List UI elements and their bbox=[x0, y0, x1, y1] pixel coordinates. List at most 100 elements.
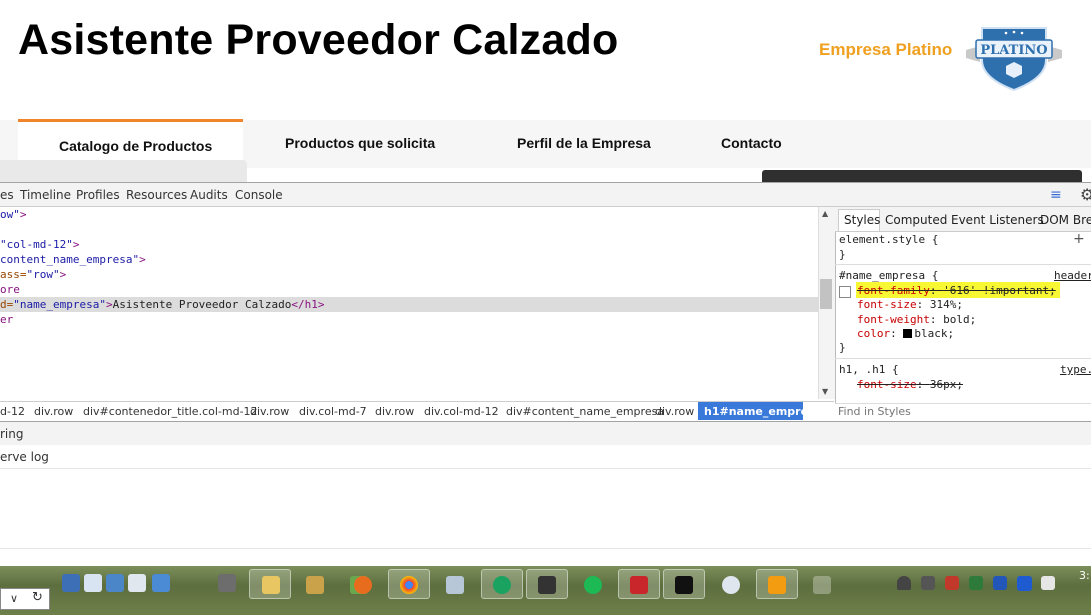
css-prop-name: font-weight bbox=[857, 313, 930, 326]
preserve-log-option[interactable]: erve log bbox=[0, 450, 49, 464]
add-rule-icon[interactable]: + bbox=[1073, 231, 1085, 247]
taskbar-app-icon[interactable] bbox=[813, 576, 831, 594]
tab-dom-breakpoints[interactable]: DOM Brea bbox=[1040, 213, 1091, 227]
refresh-icon[interactable]: ↻ bbox=[32, 590, 43, 605]
dom-token: d= bbox=[0, 298, 14, 311]
dom-token: </h1> bbox=[291, 298, 325, 311]
console-filter-label[interactable]: ring bbox=[0, 427, 24, 441]
dom-token: > bbox=[59, 268, 67, 281]
dom-node-line[interactable]: ore bbox=[0, 282, 20, 297]
tray-icon[interactable] bbox=[1041, 576, 1055, 590]
css-property-font-family[interactable]: font-family: '616' !important; bbox=[857, 284, 1056, 298]
dom-node-line[interactable]: content_name_empresa"> bbox=[0, 252, 146, 267]
content-panel-edge bbox=[0, 160, 247, 182]
rule2-source-link[interactable]: type. bbox=[1060, 363, 1091, 377]
devtools-tab-resources[interactable]: Resources bbox=[126, 188, 187, 202]
find-in-styles-input[interactable] bbox=[838, 404, 1078, 419]
breadcrumb-item[interactable]: div.col-md-12 bbox=[424, 405, 499, 418]
color-swatch[interactable] bbox=[903, 329, 913, 338]
css-prop-value: 314%; bbox=[929, 298, 963, 311]
taskbar-app-icon[interactable] bbox=[722, 576, 740, 594]
css-prop-value: 36px; bbox=[929, 378, 963, 391]
chrome-icon[interactable] bbox=[400, 576, 418, 594]
tab-computed[interactable]: Computed bbox=[885, 213, 947, 227]
element-style-selector[interactable]: element.style { bbox=[839, 233, 938, 247]
taskbar-app-icon[interactable] bbox=[62, 574, 80, 592]
breadcrumb-item[interactable]: div.row bbox=[34, 405, 73, 418]
tray-icon[interactable] bbox=[969, 576, 983, 590]
dom-token: Asistente Proveedor Calzado bbox=[112, 298, 292, 311]
breadcrumb-item[interactable]: div.col-md-7 bbox=[299, 405, 367, 418]
tray-icon[interactable] bbox=[1017, 576, 1032, 591]
scrollbar-thumb[interactable] bbox=[820, 279, 832, 309]
tray-icon[interactable] bbox=[945, 576, 959, 590]
breadcrumb-item-active[interactable]: h1#name_empresa bbox=[704, 405, 822, 418]
scroll-up-arrow-icon[interactable]: ▲ bbox=[822, 209, 828, 218]
dom-tree[interactable]: ow"> "col-md-12"> content_name_empresa"> as… bbox=[0, 207, 818, 399]
tab-event-listeners[interactable]: Event Listeners bbox=[951, 213, 1044, 227]
dom-token: ow" bbox=[0, 208, 20, 221]
devtools-tab-profiles[interactable]: Profiles bbox=[76, 188, 120, 202]
css-property-font-size[interactable]: font-size: 314%; bbox=[857, 298, 963, 312]
devtools-tab-timeline[interactable]: Timeline bbox=[20, 188, 71, 202]
tab-styles[interactable]: Styles bbox=[844, 213, 880, 227]
console-drawer-bar bbox=[0, 421, 1091, 446]
clock[interactable]: 3: bbox=[1079, 569, 1090, 582]
breadcrumb-item[interactable]: div.row bbox=[250, 405, 289, 418]
property-checkbox[interactable] bbox=[839, 286, 851, 298]
devtools-tab-audits[interactable]: Audits bbox=[190, 188, 228, 202]
taskbar-app-icon[interactable] bbox=[106, 574, 124, 592]
tray-icon[interactable] bbox=[993, 576, 1007, 590]
media-player-icon[interactable] bbox=[768, 576, 786, 594]
rule2-selector[interactable]: h1, .h1 { bbox=[839, 363, 899, 377]
drawer-toggle-icon[interactable]: ≡ bbox=[1050, 187, 1062, 203]
breadcrumb-item[interactable]: div.row bbox=[375, 405, 414, 418]
rule-source-link[interactable]: header bbox=[1054, 269, 1091, 283]
taskbar-app-icon[interactable] bbox=[538, 576, 556, 594]
dom-node-line[interactable]: er bbox=[0, 312, 13, 327]
scroll-down-arrow-icon[interactable]: ▼ bbox=[822, 387, 828, 396]
terminal-icon[interactable] bbox=[675, 576, 693, 594]
notification-bell-icon[interactable] bbox=[897, 576, 911, 590]
dom-token: content_name_empresa" bbox=[0, 253, 140, 266]
firefox-icon[interactable] bbox=[354, 576, 372, 594]
section-divider bbox=[835, 358, 1091, 359]
taskbar-app-icon[interactable] bbox=[128, 574, 146, 592]
dom-node-line[interactable]: ass="row"> bbox=[0, 267, 66, 282]
spotify-icon[interactable] bbox=[584, 576, 602, 594]
breadcrumb-item[interactable]: div.row bbox=[655, 405, 694, 418]
nav-tab-perfil[interactable]: Perfil de la Empresa bbox=[517, 135, 651, 151]
dom-node-line[interactable]: ow"> bbox=[0, 207, 27, 222]
dom-node-line[interactable]: d="name_empresa">Asistente Proveedor Cal… bbox=[0, 297, 325, 312]
css-property-color[interactable]: color: black; bbox=[857, 327, 954, 341]
tray-icon[interactable] bbox=[921, 576, 935, 590]
calculator-icon[interactable] bbox=[446, 576, 464, 594]
folder-icon[interactable] bbox=[262, 576, 280, 594]
breadcrumb-item[interactable]: div#content_name_empresa bbox=[506, 405, 664, 418]
page-title: Asistente Proveedor Calzado bbox=[18, 16, 619, 64]
dom-token: ass= bbox=[0, 268, 27, 281]
devtools-tab-console[interactable]: Console bbox=[235, 188, 283, 202]
css-property-font-size-overridden[interactable]: font-size: 36px; bbox=[857, 378, 963, 392]
rule-selector[interactable]: #name_empresa { bbox=[839, 269, 938, 283]
devtools-tab-elements[interactable]: es bbox=[0, 188, 14, 202]
nav-tab-productos[interactable]: Productos que solicita bbox=[285, 135, 435, 151]
taskbar-app-icon[interactable] bbox=[306, 576, 324, 594]
dom-token: "row" bbox=[26, 268, 60, 281]
platino-badge-logo: PLATINO bbox=[966, 20, 1062, 92]
settings-gear-icon[interactable]: ⚙ bbox=[1080, 185, 1091, 204]
dom-node-line[interactable]: "col-md-12"> bbox=[0, 237, 79, 252]
nav-tab-contacto[interactable]: Contacto bbox=[721, 135, 782, 151]
breadcrumb-item[interactable]: div#contenedor_title.col-md-12 bbox=[83, 405, 258, 418]
nav-tab-catalogo[interactable]: Catalogo de Productos bbox=[59, 138, 212, 154]
taskbar-app-icon[interactable] bbox=[218, 574, 236, 592]
hangouts-icon[interactable] bbox=[493, 576, 511, 594]
dom-token: "col-md-12" bbox=[0, 238, 73, 251]
taskbar-app-icon[interactable] bbox=[152, 574, 170, 592]
dom-token: > bbox=[105, 298, 113, 311]
css-property-font-weight[interactable]: font-weight: bold; bbox=[857, 313, 976, 327]
filezilla-icon[interactable] bbox=[630, 576, 648, 594]
breadcrumb-item[interactable]: d-12 bbox=[0, 405, 25, 418]
dropdown-chevron-icon[interactable]: ∨ bbox=[10, 592, 18, 605]
taskbar-app-icon[interactable] bbox=[84, 574, 102, 592]
